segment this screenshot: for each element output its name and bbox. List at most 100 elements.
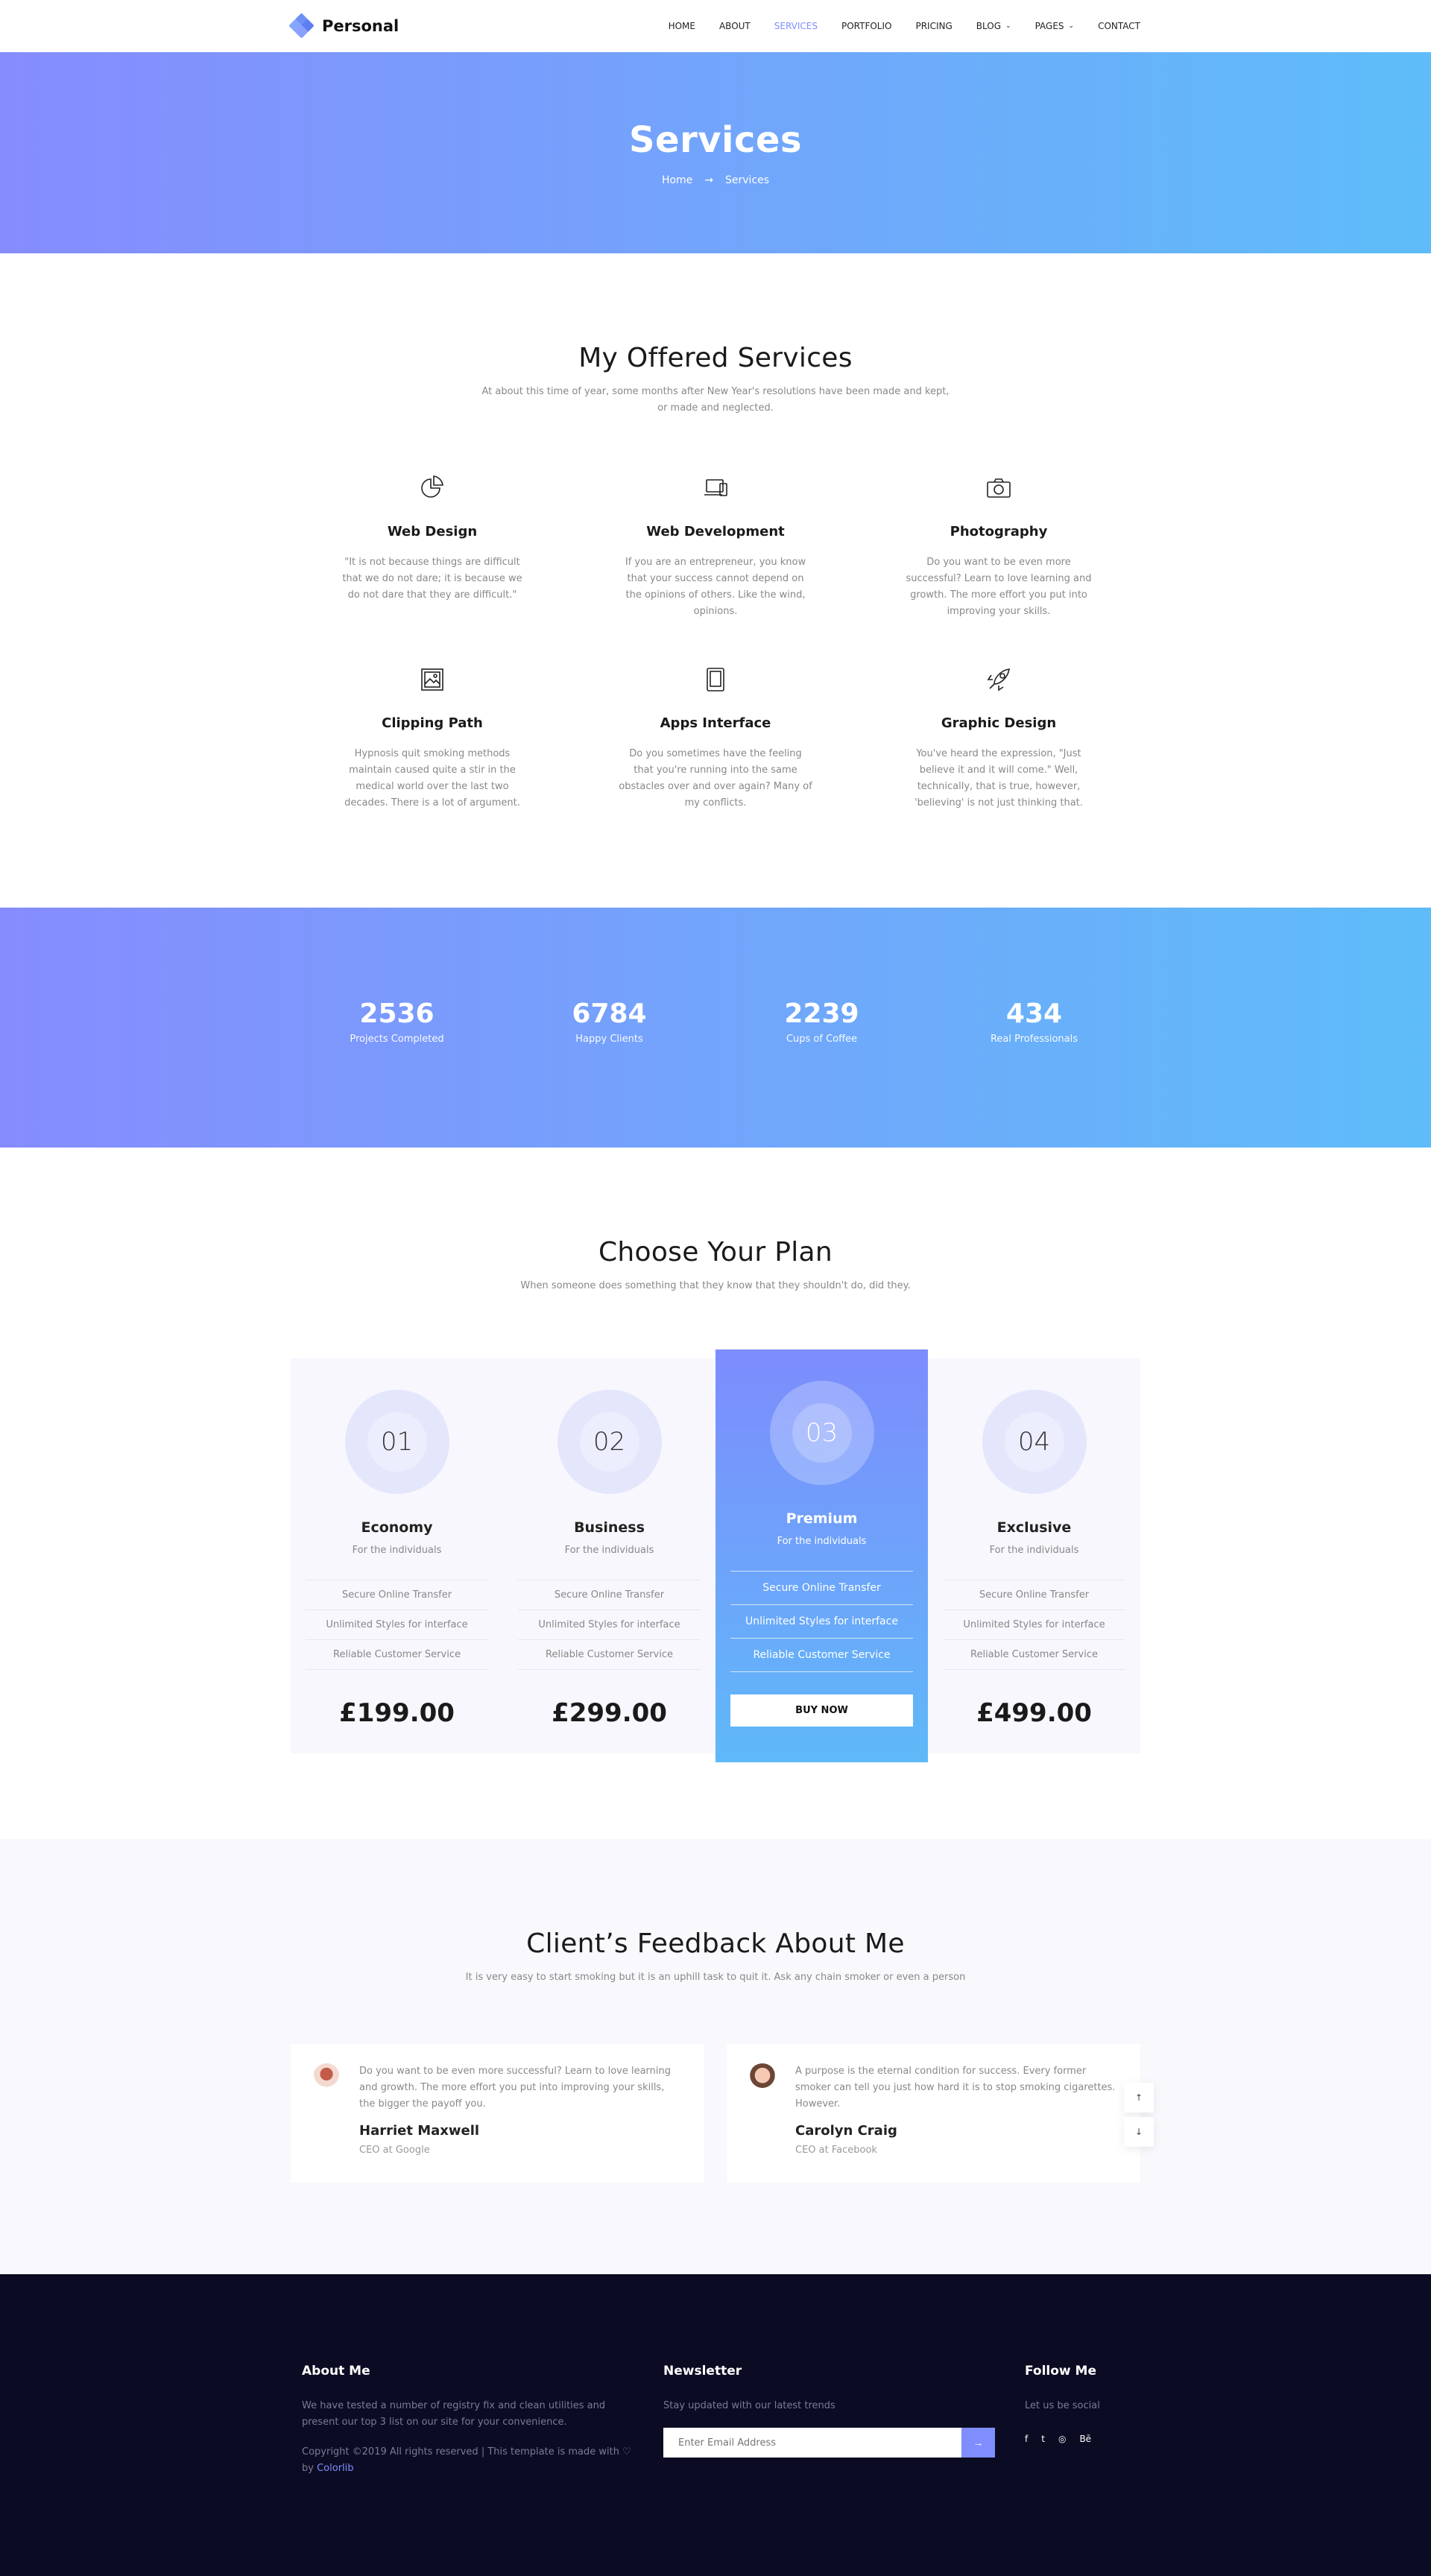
plan-features: Secure Online Transfer Unlimited Styles …: [518, 1580, 701, 1670]
service-text: You've heard the expression, "Just belie…: [914, 748, 1083, 808]
camera-icon: [987, 478, 1011, 498]
breadcrumb-current[interactable]: Services: [725, 174, 769, 186]
facebook-icon[interactable]: f: [1025, 2434, 1028, 2444]
reviewer-name: Harriet Maxwell: [359, 2123, 480, 2139]
plan-feature: Unlimited Styles for interface: [943, 1610, 1125, 1640]
feedback-section: Client’s Feedback About Me It is very ea…: [0, 1839, 1431, 2274]
arrow-up-icon[interactable]: ↑: [1124, 2083, 1154, 2113]
plan-subtitle: For the individuals: [564, 1545, 654, 1556]
stat-item: 6784 Happy Clients: [503, 999, 716, 1045]
reviewer-role: CEO at Google: [359, 2145, 430, 2156]
service-text: "It is not because things are difficult …: [342, 557, 522, 601]
feedback-title: Client’s Feedback About Me: [526, 1928, 905, 1959]
review-card: A purpose is the eternal condition for s…: [727, 2044, 1140, 2183]
service-title: Graphic Design: [941, 715, 1057, 731]
behance-icon[interactable]: Bē: [1079, 2434, 1091, 2444]
service-card: Apps Interface Do you sometimes have the…: [574, 665, 857, 811]
email-field[interactable]: [663, 2428, 961, 2458]
nav-pages[interactable]: PAGES ⌄: [1035, 21, 1075, 31]
service-card: Web Development If you are an entreprene…: [574, 473, 857, 620]
page-title: Services: [628, 119, 803, 161]
review-quote: Do you want to be even more successful? …: [359, 2066, 671, 2110]
service-card: Clipping Path Hypnosis quit smoking meth…: [291, 665, 574, 811]
arrow-down-icon[interactable]: ↓: [1124, 2117, 1154, 2147]
plan-number-badge: 04: [982, 1390, 1087, 1494]
rocket-icon: [987, 668, 1010, 692]
avatar: [313, 2063, 340, 2090]
plan-name: Premium: [786, 1510, 858, 1527]
plan-feature: Secure Online Transfer: [943, 1580, 1125, 1610]
service-card: Web Design "It is not because things are…: [291, 473, 574, 620]
service-title: Apps Interface: [660, 715, 771, 731]
nav-about[interactable]: ABOUT: [719, 21, 751, 31]
feedback-subtitle: It is very easy to start smoking but it …: [465, 1972, 966, 1983]
colorlib-link[interactable]: Colorlib: [317, 2463, 353, 2474]
plan-features: Secure Online Transfer Unlimited Styles …: [730, 1571, 913, 1672]
plan-name: Business: [574, 1519, 645, 1536]
service-card: Photography Do you want to be even more …: [857, 473, 1140, 620]
review-quote: A purpose is the eternal condition for s…: [795, 2066, 1116, 2110]
chevron-down-icon: ⌄: [1005, 22, 1011, 30]
stat-label: Real Professionals: [990, 1034, 1078, 1045]
pie-chart-icon: [421, 475, 443, 498]
service-text: Do you sometimes have the feeling that y…: [619, 748, 812, 808]
services-subtitle: At about this time of year, some months …: [481, 386, 950, 414]
newsletter-form: →: [663, 2428, 995, 2458]
follow-title: Follow Me: [1025, 2364, 1097, 2379]
stats-section: 2536 Projects Completed 6784 Happy Clien…: [0, 908, 1431, 1148]
footer-about-text: We have tested a number of registry fix …: [302, 2400, 606, 2428]
pricing-section: Choose Your Plan When someone does somet…: [0, 1148, 1431, 1839]
plan-number-badge: 03: [769, 1381, 874, 1485]
plan-price: £299.00: [552, 1698, 667, 1728]
service-title: Photography: [950, 524, 1048, 539]
plan-subtitle: For the individuals: [989, 1545, 1079, 1556]
nav-blog[interactable]: BLOG ⌄: [976, 21, 1011, 31]
stat-value: 2239: [784, 999, 859, 1029]
nav-home[interactable]: HOME: [669, 21, 695, 31]
plan-number: 04: [1004, 1412, 1064, 1472]
reviewer-name: Carolyn Craig: [795, 2123, 897, 2139]
plan-price: £199.00: [339, 1698, 455, 1728]
plan-feature: Secure Online Transfer: [730, 1572, 913, 1605]
plan-card-exclusive: 04 Exclusive For the individuals Secure …: [928, 1358, 1140, 1753]
nav-services[interactable]: SERVICES: [774, 21, 818, 31]
plan-number: 02: [579, 1412, 639, 1472]
plan-feature: Reliable Customer Service: [943, 1640, 1125, 1670]
dribbble-icon[interactable]: ◎: [1058, 2434, 1066, 2444]
nav-contact[interactable]: CONTACT: [1098, 21, 1140, 31]
stat-value: 434: [1005, 999, 1063, 1029]
chevron-down-icon: ⌄: [1068, 22, 1075, 30]
pricing-subtitle: When someone does something that they kn…: [520, 1280, 911, 1291]
breadcrumb-home[interactable]: Home: [662, 174, 692, 186]
social-links: f t ◎ Bē: [1025, 2434, 1129, 2444]
plan-feature: Reliable Customer Service: [518, 1640, 701, 1670]
nav-pricing[interactable]: PRICING: [915, 21, 952, 31]
nav-portfolio[interactable]: PORTFOLIO: [841, 21, 892, 31]
buy-now-button[interactable]: BUY NOW: [730, 1694, 913, 1727]
stat-label: Cups of Coffee: [786, 1034, 858, 1045]
site-header: Personal HOME ABOUT SERVICES PORTFOLIO P…: [0, 0, 1431, 52]
service-title: Web Development: [646, 524, 785, 539]
hero-banner: Services Home → Services: [0, 52, 1431, 253]
plan-feature: Unlimited Styles for interface: [518, 1610, 701, 1640]
stat-item: 2239 Cups of Coffee: [716, 999, 928, 1045]
newsletter-text: Stay updated with our latest trends: [663, 2400, 835, 2411]
nav-blog-label: BLOG: [976, 21, 1002, 31]
copyright-by: by: [302, 2463, 314, 2474]
service-text: Do you want to be even more successful? …: [906, 557, 1092, 617]
plan-number: 01: [367, 1412, 427, 1472]
reviewer-role: CEO at Facebook: [795, 2145, 877, 2156]
plan-number: 03: [792, 1403, 852, 1463]
brand[interactable]: Personal: [288, 13, 399, 39]
service-title: Clipping Path: [382, 715, 483, 731]
twitter-icon[interactable]: t: [1041, 2434, 1045, 2444]
plan-number-badge: 01: [344, 1390, 449, 1494]
breadcrumb: Home → Services: [0, 174, 1431, 186]
service-text: Hypnosis quit smoking methods maintain c…: [344, 748, 520, 808]
plan-subtitle: For the individuals: [777, 1536, 867, 1547]
footer-about: About Me We have tested a number of regi…: [302, 2364, 634, 2477]
footer-about-title: About Me: [302, 2364, 370, 2379]
tablet-icon: [707, 668, 724, 692]
plan-feature: Secure Online Transfer: [306, 1580, 488, 1610]
subscribe-button[interactable]: →: [961, 2428, 995, 2458]
